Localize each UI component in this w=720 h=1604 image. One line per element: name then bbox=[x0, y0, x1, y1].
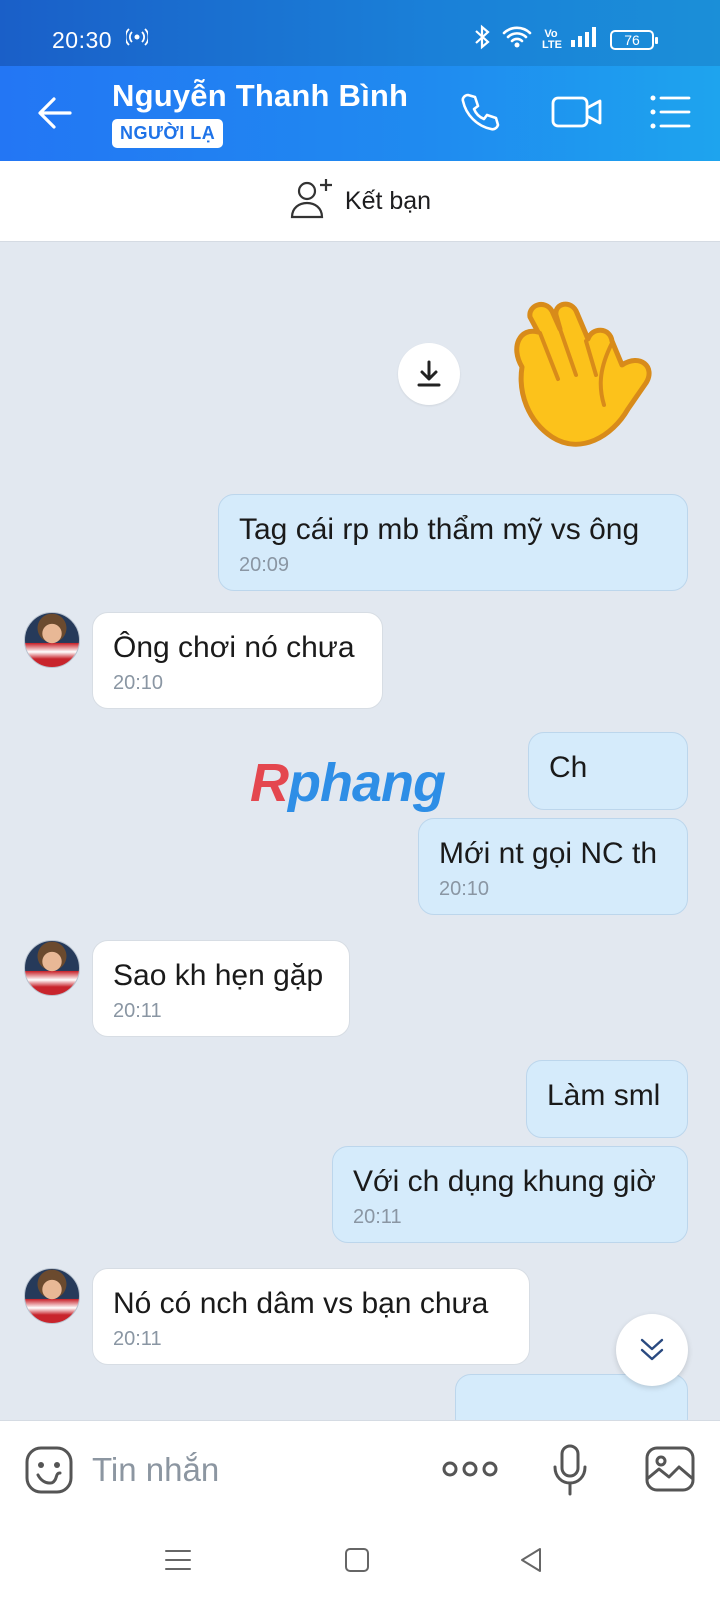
message-time: 20:10 bbox=[439, 878, 490, 900]
battery-icon: 76 bbox=[610, 29, 658, 50]
contact-name[interactable]: Nguyễn Thanh Bình bbox=[112, 78, 408, 114]
microphone-icon[interactable] bbox=[552, 1443, 588, 1502]
message-time: 20:11 bbox=[113, 1328, 162, 1350]
message-time: 20:11 bbox=[353, 1206, 402, 1228]
message-time: 20:11 bbox=[113, 1000, 162, 1022]
message-bubble-outgoing[interactable]: Tag cái rp mb thẩm mỹ vs ông 20:09 bbox=[218, 494, 688, 591]
status-time: 20:30 bbox=[52, 27, 113, 53]
back-arrow-icon[interactable] bbox=[36, 94, 74, 137]
system-nav-bar bbox=[0, 1518, 720, 1604]
watermark-logo: Rphang bbox=[250, 753, 446, 813]
contact-avatar[interactable] bbox=[24, 940, 80, 996]
bluetooth-icon bbox=[472, 24, 492, 55]
double-chevron-down-icon bbox=[640, 1338, 664, 1361]
menu-icon[interactable] bbox=[648, 90, 692, 139]
chat-header: Nguyễn Thanh Bình NGƯỜI LẠ bbox=[0, 66, 720, 161]
image-icon[interactable] bbox=[644, 1445, 696, 1498]
message-text: Ch bbox=[549, 751, 588, 784]
stranger-badge: NGƯỜI LẠ bbox=[112, 119, 224, 148]
message-time: 20:09 bbox=[239, 554, 290, 576]
message-text: Sao kh hẹn gặp bbox=[113, 959, 324, 992]
message-bubble-outgoing[interactable]: Làm sml bbox=[526, 1060, 688, 1138]
video-call-icon[interactable] bbox=[550, 90, 604, 139]
add-friend-bar[interactable]: Kết bạn bbox=[0, 161, 720, 242]
contact-avatar[interactable] bbox=[24, 612, 80, 668]
wifi-icon bbox=[502, 25, 532, 54]
message-bubble-outgoing[interactable]: Với ch dụng khung giờ 20:11 bbox=[332, 1146, 688, 1243]
message-text: Mới nt gọi NC th bbox=[439, 837, 658, 870]
message-bubble-incoming[interactable]: Ông chơi nó chưa 20:10 bbox=[92, 612, 383, 709]
message-text: Tag cái rp mb thẩm mỹ vs ông bbox=[239, 513, 640, 546]
hotspot-icon bbox=[124, 26, 150, 53]
volte-icon: Vo LTE bbox=[542, 27, 562, 51]
message-text: Với ch dụng khung giờ bbox=[353, 1165, 656, 1198]
message-text: Nó có nch dâm vs bạn chưa bbox=[113, 1287, 489, 1320]
status-bar: 20:30 Vo LTE 76 bbox=[0, 0, 720, 66]
emoji-icon[interactable] bbox=[24, 1445, 74, 1500]
home-icon[interactable] bbox=[344, 1546, 370, 1579]
message-input-bar: Tin nhắn bbox=[0, 1420, 720, 1518]
message-time: 20:10 bbox=[113, 672, 164, 694]
download-button[interactable] bbox=[398, 343, 460, 405]
signal-icon bbox=[570, 26, 600, 53]
back-icon[interactable] bbox=[518, 1546, 544, 1579]
message-bubble-incoming[interactable]: Sao kh hẹn gặp 20:11 bbox=[92, 940, 350, 1037]
recents-menu-icon[interactable] bbox=[164, 1546, 192, 1579]
message-text: Làm sml bbox=[547, 1079, 661, 1112]
message-input[interactable]: Tin nhắn bbox=[92, 1451, 219, 1489]
message-list[interactable]: Tag cái rp mb thẩm mỹ vs ông 20:09 Ông c… bbox=[0, 242, 720, 1420]
add-friend-icon bbox=[289, 177, 335, 226]
contact-avatar[interactable] bbox=[24, 1268, 80, 1324]
message-bubble-outgoing[interactable]: Mới nt gọi NC th 20:10 bbox=[418, 818, 688, 915]
waving-hand-sticker[interactable] bbox=[500, 297, 660, 462]
message-text: Ông chơi nó chưa bbox=[113, 631, 355, 664]
add-friend-label[interactable]: Kết bạn bbox=[345, 187, 431, 216]
scroll-to-bottom-button[interactable] bbox=[616, 1314, 688, 1386]
message-bubble-incoming[interactable]: Nó có nch dâm vs bạn chưa 20:11 bbox=[92, 1268, 530, 1365]
message-bubble-outgoing[interactable]: Ch bbox=[528, 732, 688, 810]
phone-icon[interactable] bbox=[458, 90, 502, 139]
more-icon[interactable] bbox=[442, 1457, 498, 1486]
